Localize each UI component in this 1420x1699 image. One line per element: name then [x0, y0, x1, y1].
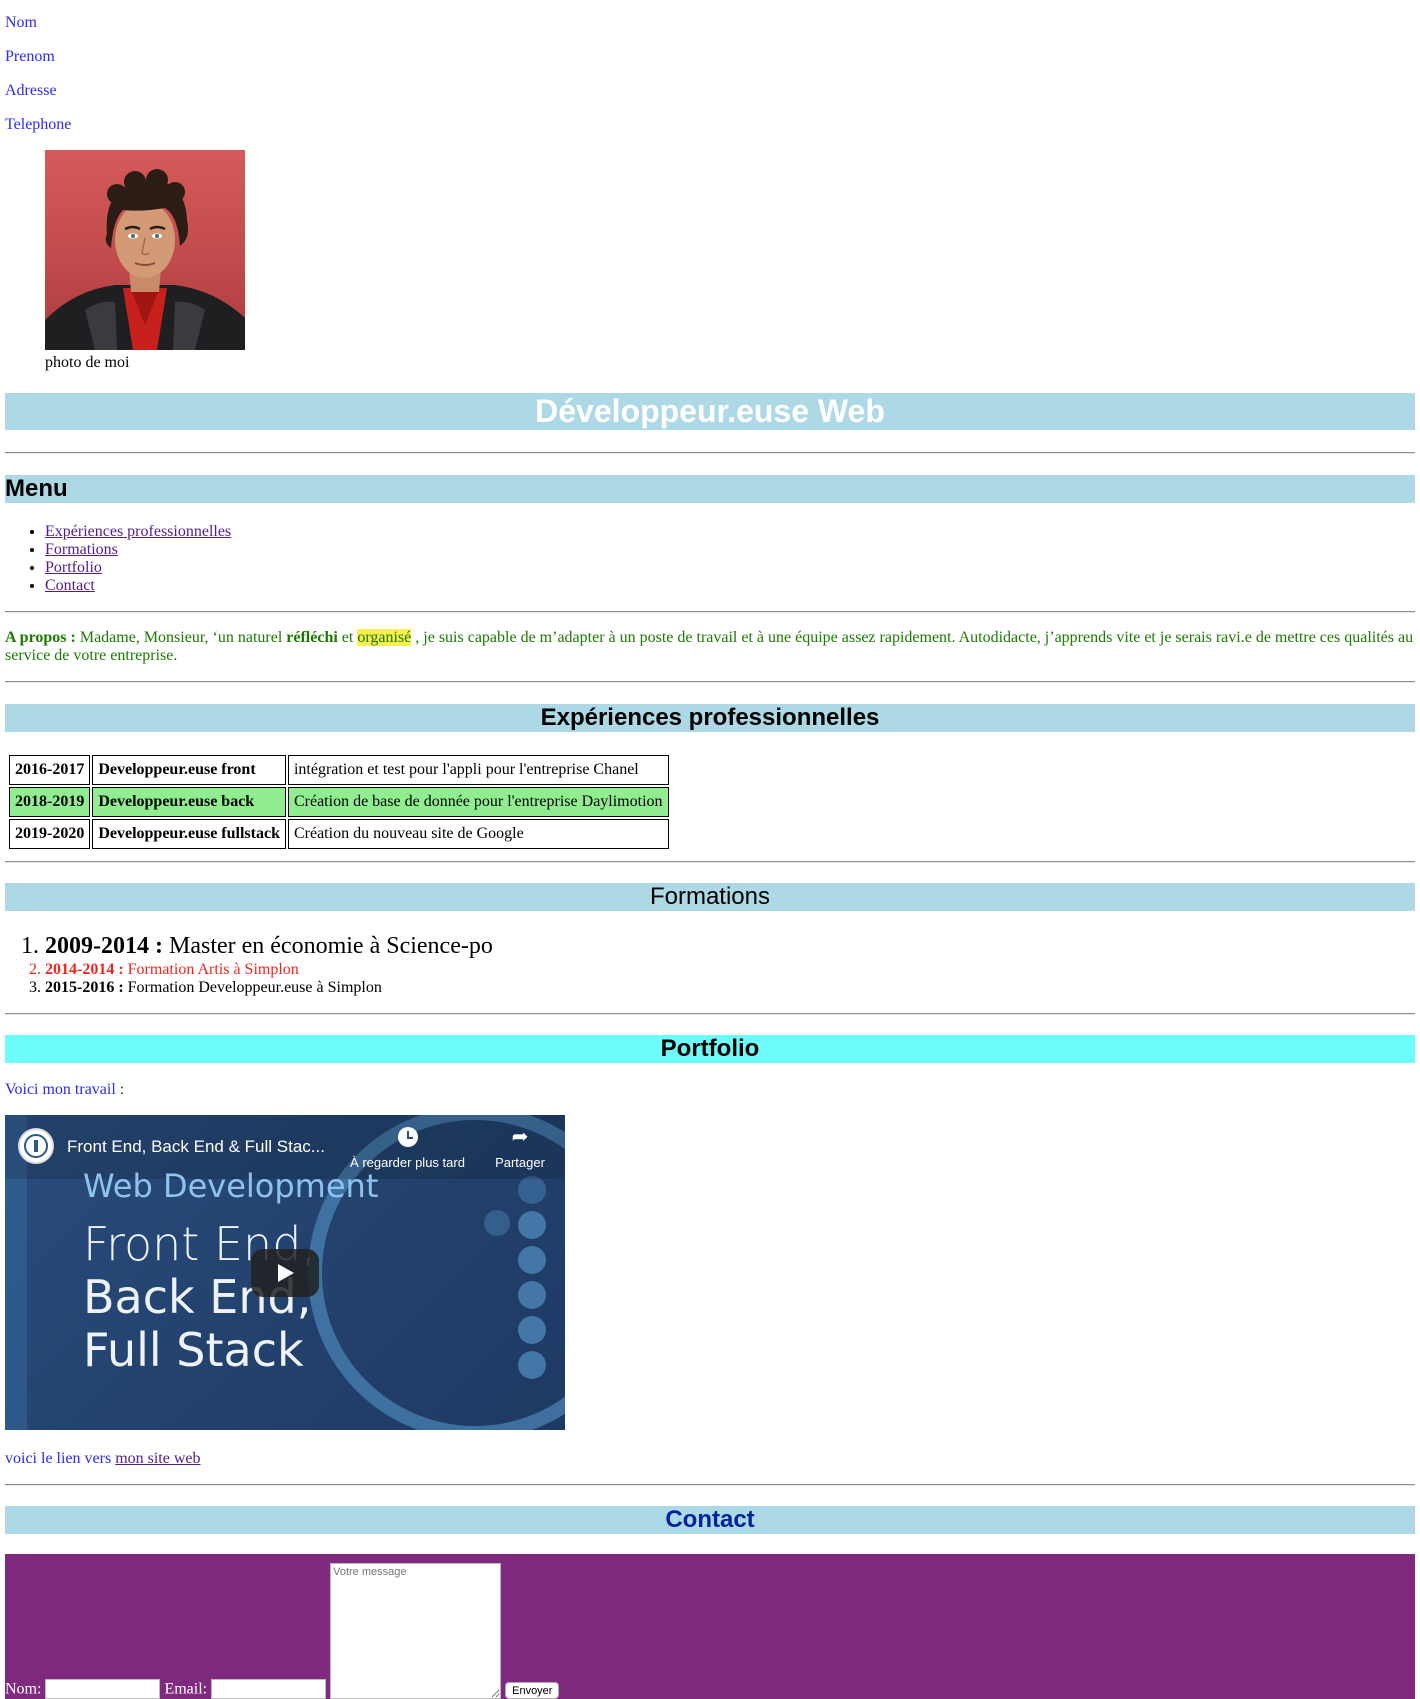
contact-telephone: Telephone — [5, 116, 72, 133]
submit-button[interactable]: Envoyer — [505, 1682, 560, 1699]
name-field[interactable] — [45, 1679, 161, 1699]
portfolio-heading: Portfolio — [5, 1035, 1415, 1063]
menu-item: Portfolio — [45, 559, 1415, 577]
photo-caption: photo de moi — [45, 354, 130, 371]
portrait-image — [45, 169, 245, 350]
exp-desc: Création de base de donnée pour l'entrep… — [287, 787, 669, 817]
divider — [5, 861, 1415, 863]
about-highlight: organisé — [357, 629, 412, 646]
menu-link-formations[interactable]: Formations — [45, 541, 118, 558]
divider — [5, 681, 1415, 683]
contact-prenom: Prenom — [5, 48, 55, 65]
message-field[interactable] — [330, 1563, 502, 1699]
contact-heading: Contact — [5, 1506, 1415, 1534]
play-button[interactable] — [251, 1249, 319, 1297]
channel-avatar[interactable] — [18, 1128, 54, 1164]
menu-item: Expériences professionnelles — [45, 523, 1415, 541]
video-title[interactable]: Front End, Back End & Full Stac... — [67, 1137, 325, 1157]
menu-heading: Menu — [5, 475, 1415, 503]
formation-item: 2009-2014 : Master en économie à Science… — [45, 931, 1415, 961]
email-label: Email: — [164, 1680, 208, 1698]
about-text-2: et — [337, 629, 358, 646]
about-paragraph: A propos : Madame, Monsieur, ‘un naturel… — [5, 629, 1415, 665]
thumbnail-line-full: Full Stack — [83, 1323, 304, 1377]
share-button[interactable]: ➦ Partager — [485, 1127, 555, 1170]
clock-icon — [397, 1127, 418, 1147]
profile-photo-figure: photo de moi — [45, 150, 1415, 372]
contact-info: Nom Prenom Adresse Telephone — [5, 0, 1415, 134]
divider — [5, 1013, 1415, 1015]
formations-list: 2009-2014 : Master en économie à Science… — [5, 931, 1415, 997]
divider — [5, 1484, 1415, 1486]
share-label: Partager — [495, 1155, 545, 1170]
video-embed[interactable]: Front End, Back End & Full Stac... À reg… — [5, 1115, 565, 1430]
about-label: A propos : — [5, 629, 76, 646]
share-icon: ➦ — [511, 1126, 529, 1148]
play-icon — [278, 1264, 294, 1282]
exp-desc: intégration et test pour l'appli pour l'… — [287, 755, 669, 785]
exp-role: Developpeur.euse front — [92, 755, 286, 785]
profile-photo — [45, 150, 245, 350]
about-text-1: Madame, Monsieur, ‘un naturel — [75, 629, 287, 646]
exp-years: 2019-2020 — [9, 819, 91, 849]
name-label: Nom: — [5, 1680, 42, 1698]
watch-later-button[interactable]: À regarder plus tard — [345, 1127, 470, 1170]
contact-nom: Nom — [5, 14, 37, 31]
table-row: 2016-2017 Developpeur.euse front intégra… — [9, 755, 669, 785]
exp-desc: Création du nouveau site de Google — [287, 819, 669, 849]
exp-years: 2018-2019 — [9, 787, 91, 817]
experiences-heading: Expériences professionnelles — [5, 704, 1415, 732]
menu-item: Contact — [45, 577, 1415, 595]
table-row: 2019-2020 Developpeur.euse fullstack Cré… — [9, 819, 669, 849]
formation-item: 2015-2016 : Formation Developpeur.euse à… — [45, 979, 1415, 997]
website-link[interactable]: mon site web — [115, 1450, 200, 1467]
page-title: Développeur.euse Web — [5, 393, 1415, 430]
channel-logo-icon — [24, 1134, 48, 1158]
formation-item: 2014-2014 : Formation Artis à Simplon — [45, 961, 1415, 979]
menu-link-experiences[interactable]: Expériences professionnelles — [45, 523, 231, 540]
about-strong: réfléchi — [286, 629, 338, 646]
website-link-prefix: voici le lien vers — [5, 1450, 116, 1467]
email-field[interactable] — [211, 1679, 327, 1699]
exp-role: Developpeur.euse fullstack — [92, 819, 286, 849]
website-link-paragraph: voici le lien vers mon site web — [5, 1450, 1415, 1468]
divider — [5, 452, 1415, 454]
menu-link-portfolio[interactable]: Portfolio — [45, 559, 102, 576]
exp-years: 2016-2017 — [9, 755, 91, 785]
menu-link-contact[interactable]: Contact — [45, 577, 95, 594]
menu-item: Formations — [45, 541, 1415, 559]
contact-form: Nom: Email: Envoyer — [5, 1554, 1415, 1699]
menu-list: Expériences professionnelles Formations … — [5, 523, 1415, 595]
thumbnail-subtitle: Web Development — [83, 1167, 379, 1205]
divider — [5, 611, 1415, 613]
formations-heading: Formations — [5, 883, 1415, 911]
contact-adresse: Adresse — [5, 82, 57, 99]
table-row-highlighted: 2018-2019 Developpeur.euse back Création… — [9, 787, 669, 817]
experiences-table: 2016-2017 Developpeur.euse front intégra… — [6, 752, 672, 852]
exp-role: Developpeur.euse back — [92, 787, 286, 817]
portfolio-intro: Voici mon travail : — [5, 1081, 125, 1098]
page: Nom Prenom Adresse Telephone photo de mo… — [0, 0, 1420, 1699]
